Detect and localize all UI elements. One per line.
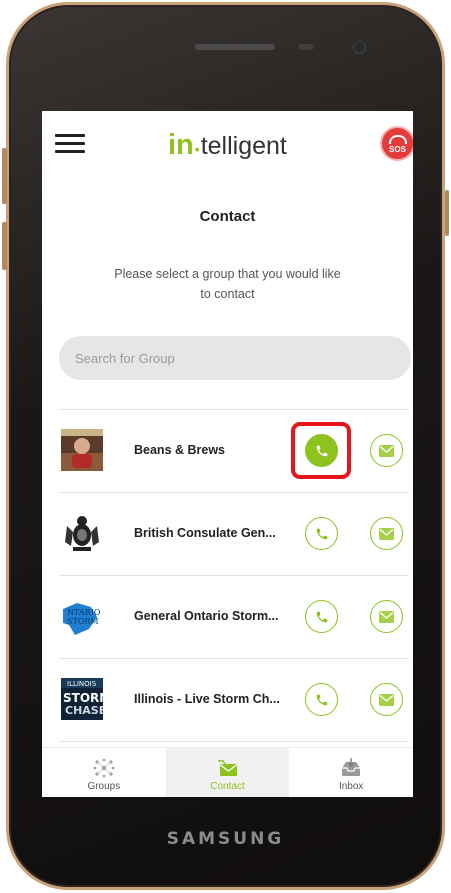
call-button[interactable] bbox=[305, 600, 338, 633]
tab-contact[interactable]: Contact bbox=[165, 748, 290, 797]
storm-chasers-logo: ILLINOIS STORM CHASE bbox=[61, 678, 111, 720]
device-brand: SAMSUNG bbox=[166, 829, 285, 849]
groups-network-icon bbox=[93, 758, 115, 778]
cafe-photo-avatar bbox=[61, 429, 103, 471]
tab-groups[interactable]: Groups bbox=[42, 748, 166, 797]
message-button[interactable] bbox=[370, 600, 403, 633]
app-screen: in • telligent SOS Contact Please select… bbox=[42, 111, 413, 797]
search-input[interactable] bbox=[59, 336, 411, 380]
message-button[interactable] bbox=[370, 683, 403, 716]
phone-icon bbox=[316, 611, 327, 622]
sos-label: SOS bbox=[389, 145, 406, 154]
highlight-box bbox=[291, 422, 351, 479]
svg-text:ILLINOIS: ILLINOIS bbox=[67, 680, 97, 688]
mail-icon bbox=[379, 444, 394, 457]
menu-icon[interactable] bbox=[55, 134, 85, 154]
svg-text:STORM: STORM bbox=[63, 691, 103, 705]
logo-suffix: telligent bbox=[200, 132, 287, 160]
app-logo: in • telligent bbox=[168, 129, 287, 162]
mail-icon bbox=[379, 527, 394, 540]
inbox-tray-icon bbox=[342, 758, 361, 776]
contact-name: Illinois - Live Storm Ch... bbox=[134, 692, 280, 706]
contact-name: General Ontario Storm... bbox=[134, 609, 279, 623]
logo-dot: • bbox=[194, 141, 200, 157]
call-button[interactable] bbox=[305, 683, 338, 716]
contact-name: British Consulate Gen... bbox=[134, 526, 276, 540]
tab-label: Inbox bbox=[338, 781, 364, 792]
sos-phone-icon bbox=[388, 135, 407, 144]
front-camera bbox=[353, 41, 366, 54]
proximity-sensor bbox=[298, 44, 314, 50]
phone-icon bbox=[316, 528, 327, 539]
bixby-button bbox=[2, 222, 7, 270]
message-button[interactable] bbox=[370, 434, 403, 467]
list-item[interactable]: Beans & Brews bbox=[59, 409, 409, 492]
message-button[interactable] bbox=[370, 517, 403, 550]
power-button bbox=[445, 190, 449, 236]
page-title: Contact bbox=[199, 208, 256, 225]
mail-icon bbox=[379, 693, 394, 706]
ontario-storm-logo: NTARIO STORM bbox=[61, 595, 103, 637]
contact-list: Beans & Brews British Consulate Gen... N… bbox=[59, 409, 409, 742]
list-item[interactable]: ILLINOIS STORM CHASE Illinois - Live Sto… bbox=[59, 658, 409, 742]
mail-icon bbox=[379, 610, 394, 623]
tab-inbox[interactable]: Inbox bbox=[289, 748, 413, 797]
earpiece-speaker bbox=[195, 44, 275, 50]
page-subtitle: Please select a group that you would lik… bbox=[114, 267, 341, 301]
tab-label: Groups bbox=[87, 781, 121, 792]
coat-of-arms-avatar bbox=[61, 512, 103, 554]
contact-mail-icon bbox=[217, 760, 237, 776]
call-button[interactable] bbox=[305, 517, 338, 550]
svg-text:NTARIO: NTARIO bbox=[67, 608, 101, 617]
contact-name: Beans & Brews bbox=[134, 443, 226, 457]
svg-text:CHASE: CHASE bbox=[65, 704, 103, 717]
tab-label: Contact bbox=[210, 781, 245, 792]
phone-icon bbox=[316, 694, 327, 705]
logo-prefix: in bbox=[168, 129, 194, 161]
sos-button[interactable]: SOS bbox=[382, 128, 413, 159]
stage: SAMSUNG in • telligent SOS Contact Pleas… bbox=[0, 0, 451, 893]
svg-text:STORM: STORM bbox=[67, 617, 99, 626]
list-item[interactable]: British Consulate Gen... bbox=[59, 492, 409, 575]
volume-button bbox=[2, 148, 7, 204]
list-item[interactable]: NTARIO STORM General Ontario Storm... bbox=[59, 575, 409, 658]
app-header: in • telligent SOS bbox=[42, 111, 413, 177]
bottom-tab-bar: Groups Contact Inbox bbox=[42, 747, 413, 797]
